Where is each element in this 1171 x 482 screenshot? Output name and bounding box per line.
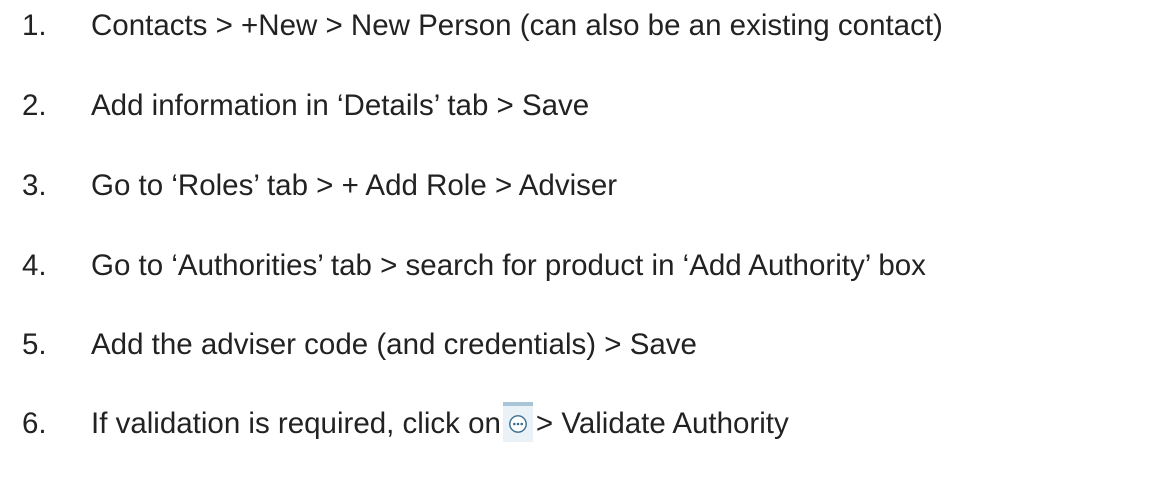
step-number: 5.: [22, 328, 47, 361]
step-text: Go to ‘Authorities’ tab > search for pro…: [91, 249, 926, 282]
step-item: 2. Add information in ‘Details’ tab > Sa…: [22, 86, 589, 126]
ellipsis-circle-icon: [509, 415, 527, 433]
step-number: 2.: [22, 89, 47, 122]
step-text: Contacts > +New > New Person (can also b…: [91, 9, 943, 42]
step-item: 6. If validation is required, click on >…: [22, 402, 789, 444]
step-item: 3. Go to ‘Roles’ tab > + Add Role > Advi…: [22, 166, 617, 206]
step-text: Add the adviser code (and credentials) >…: [91, 328, 697, 361]
step-number: 1.: [22, 9, 47, 42]
step-number: 3.: [22, 169, 47, 202]
step-number: 6.: [22, 407, 47, 440]
step-text: Go to ‘Roles’ tab > + Add Role > Adviser: [91, 169, 618, 202]
step-item: 4. Go to ‘Authorities’ tab > search for …: [22, 246, 926, 286]
step-text-before-icon: If validation is required, click on: [91, 407, 501, 440]
step-number: 4.: [22, 249, 47, 282]
step-item: 5. Add the adviser code (and credentials…: [22, 325, 697, 365]
step-item: 1. Contacts > +New > New Person (can als…: [22, 6, 943, 46]
step-text: Add information in ‘Details’ tab > Save: [91, 89, 590, 122]
step-text-after-icon: > Validate Authority: [535, 407, 789, 440]
more-options-icon: [502, 402, 533, 442]
